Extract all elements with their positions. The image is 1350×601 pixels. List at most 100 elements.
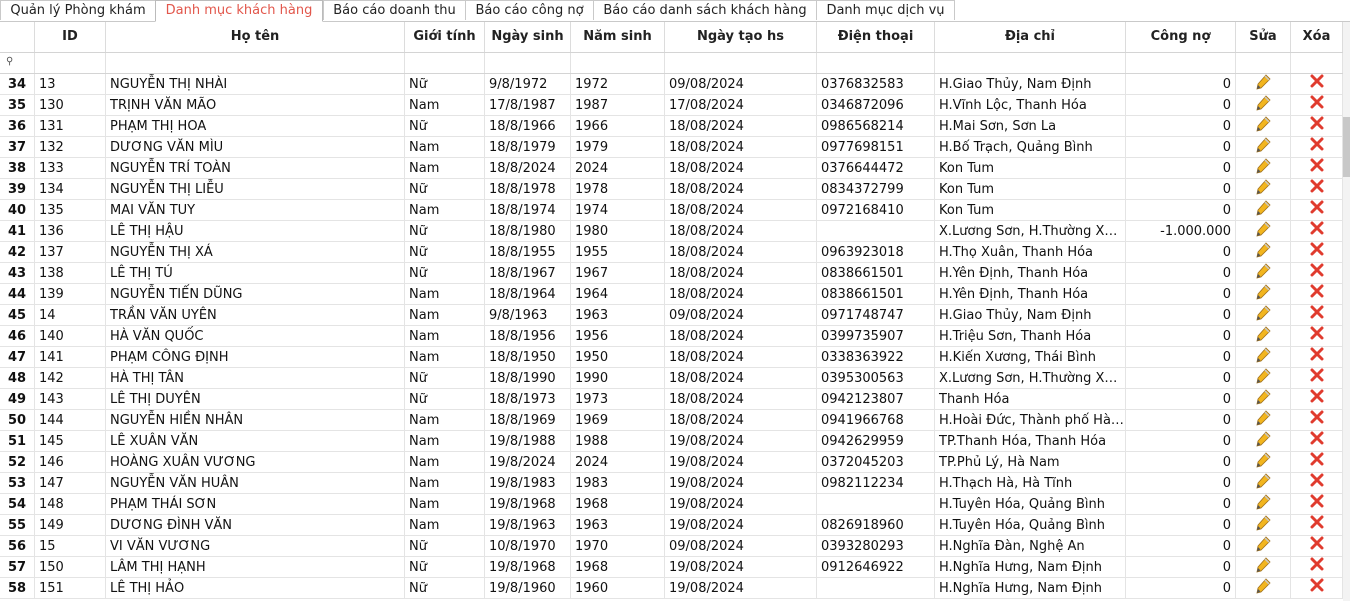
edit-button[interactable] xyxy=(1236,200,1291,221)
delete-x-icon[interactable] xyxy=(1310,242,1324,263)
pencil-icon[interactable] xyxy=(1255,137,1271,158)
delete-x-icon[interactable] xyxy=(1310,95,1324,116)
delete-button[interactable] xyxy=(1291,305,1343,326)
tab-danh-muc-khach-hang[interactable]: Danh mục khách hàng xyxy=(155,0,323,22)
table-row[interactable]: 41 136 LÊ THỊ HẬU Nữ 18/8/1980 1980 18/08/2024… xyxy=(0,221,1343,242)
pencil-icon[interactable] xyxy=(1255,473,1271,494)
edit-button[interactable] xyxy=(1236,158,1291,179)
col-header-ngay-sinh[interactable]: Ngày sinh xyxy=(485,22,571,52)
table-row[interactable]: 43 138 LÊ THỊ TÚ Nữ 18/8/1967 1967 18/08/2024 0… xyxy=(0,263,1343,284)
edit-button[interactable] xyxy=(1236,242,1291,263)
edit-button[interactable] xyxy=(1236,557,1291,578)
filter-gioi-tinh[interactable] xyxy=(405,53,485,73)
edit-button[interactable] xyxy=(1236,578,1291,599)
delete-x-icon[interactable] xyxy=(1310,200,1324,221)
edit-button[interactable] xyxy=(1236,263,1291,284)
scrollbar-thumb[interactable] xyxy=(1343,117,1350,177)
pencil-icon[interactable] xyxy=(1255,200,1271,221)
edit-button[interactable] xyxy=(1236,347,1291,368)
table-row[interactable]: 38 133 NGUYỄN TRÍ TOÀN Nam 18/8/2024 2024 18/0… xyxy=(0,158,1343,179)
delete-button[interactable] xyxy=(1291,221,1343,242)
delete-x-icon[interactable] xyxy=(1310,347,1324,368)
delete-button[interactable] xyxy=(1291,74,1343,95)
filter-ho-ten[interactable] xyxy=(106,53,405,73)
table-row[interactable]: 52 146 HOÀNG XUÂN VƯƠNG Nam 19/8/2024 2024 19/… xyxy=(0,452,1343,473)
edit-button[interactable] xyxy=(1236,284,1291,305)
edit-button[interactable] xyxy=(1236,116,1291,137)
delete-x-icon[interactable] xyxy=(1310,326,1324,347)
pencil-icon[interactable] xyxy=(1255,368,1271,389)
delete-button[interactable] xyxy=(1291,263,1343,284)
filter-ngay-tao-hs[interactable] xyxy=(665,53,817,73)
edit-button[interactable] xyxy=(1236,389,1291,410)
pencil-icon[interactable] xyxy=(1255,305,1271,326)
filter-nam-sinh[interactable] xyxy=(571,53,665,73)
col-header-dia-chi[interactable]: Địa chỉ xyxy=(935,22,1126,52)
table-row[interactable]: 44 139 NGUYỄN TIẾN DŨNG Nam 18/8/1964 1964 18/… xyxy=(0,284,1343,305)
delete-button[interactable] xyxy=(1291,116,1343,137)
pencil-icon[interactable] xyxy=(1255,494,1271,515)
col-header-sua[interactable]: Sửa xyxy=(1236,22,1291,52)
filter-id[interactable] xyxy=(35,53,106,73)
pencil-icon[interactable] xyxy=(1255,578,1271,599)
tab-quan-ly-phong-kham[interactable]: Quản lý Phòng khám xyxy=(0,0,156,20)
edit-button[interactable] xyxy=(1236,431,1291,452)
delete-button[interactable] xyxy=(1291,557,1343,578)
delete-button[interactable] xyxy=(1291,347,1343,368)
delete-x-icon[interactable] xyxy=(1310,515,1324,536)
table-row[interactable]: 46 140 HÀ VĂN QUỐC Nam 18/8/1956 1956 18/08/20… xyxy=(0,326,1343,347)
edit-button[interactable] xyxy=(1236,410,1291,431)
table-row[interactable]: 53 147 NGUYỄN VĂN HUÂN Nam 19/8/1983 1983 19/0… xyxy=(0,473,1343,494)
table-row[interactable]: 37 132 DƯƠNG VĂN MÌU Nam 18/8/1979 1979 18/08/… xyxy=(0,137,1343,158)
pencil-icon[interactable] xyxy=(1255,326,1271,347)
table-row[interactable]: 40 135 MAI VĂN TUY Nam 18/8/1974 1974 18/08/20… xyxy=(0,200,1343,221)
filter-dia-chi[interactable] xyxy=(935,53,1126,73)
delete-button[interactable] xyxy=(1291,515,1343,536)
delete-x-icon[interactable] xyxy=(1310,74,1324,95)
pencil-icon[interactable] xyxy=(1255,284,1271,305)
pencil-icon[interactable] xyxy=(1255,389,1271,410)
delete-button[interactable] xyxy=(1291,368,1343,389)
edit-button[interactable] xyxy=(1236,452,1291,473)
pencil-icon[interactable] xyxy=(1255,557,1271,578)
tab-danh-muc-dich-vu[interactable]: Danh mục dịch vụ xyxy=(816,0,955,20)
filter-dien-thoai[interactable] xyxy=(817,53,935,73)
vertical-scrollbar[interactable] xyxy=(1343,22,1350,601)
pencil-icon[interactable] xyxy=(1255,347,1271,368)
pencil-icon[interactable] xyxy=(1255,536,1271,557)
delete-x-icon[interactable] xyxy=(1310,305,1324,326)
pencil-icon[interactable] xyxy=(1255,95,1271,116)
filter-ngay-sinh[interactable] xyxy=(485,53,571,73)
tab-bao-cao-danh-sach-khach-hang[interactable]: Báo cáo danh sách khách hàng xyxy=(593,0,817,20)
delete-button[interactable] xyxy=(1291,284,1343,305)
table-row[interactable]: 51 145 LÊ XUÂN VĂN Nam 19/8/1988 1988 19/08/20… xyxy=(0,431,1343,452)
table-row[interactable]: 55 149 DƯƠNG ĐÌNH VĂN Nam 19/8/1963 1963 19/08… xyxy=(0,515,1343,536)
delete-x-icon[interactable] xyxy=(1310,536,1324,557)
table-row[interactable]: 35 130 TRỊNH VĂN MÃO Nam 17/8/1987 1987 17/08/… xyxy=(0,95,1343,116)
delete-button[interactable] xyxy=(1291,473,1343,494)
tab-bao-cao-doanh-thu[interactable]: Báo cáo doanh thu xyxy=(323,0,466,20)
delete-x-icon[interactable] xyxy=(1310,221,1324,242)
delete-x-icon[interactable] xyxy=(1310,179,1324,200)
pencil-icon[interactable] xyxy=(1255,431,1271,452)
table-row[interactable]: 47 141 PHẠM CÔNG ĐỊNH Nam 18/8/1950 1950 18/08… xyxy=(0,347,1343,368)
table-row[interactable]: 36 131 PHẠM THỊ HOA Nữ 18/8/1966 1966 18/08/20… xyxy=(0,116,1343,137)
table-row[interactable]: 57 150 LÂM THỊ HẠNH Nữ 19/8/1968 1968 19/08/20… xyxy=(0,557,1343,578)
pencil-icon[interactable] xyxy=(1255,221,1271,242)
table-row[interactable]: 48 142 HÀ THỊ TÂN Nữ 18/8/1990 1990 18/08/2024… xyxy=(0,368,1343,389)
delete-x-icon[interactable] xyxy=(1310,557,1324,578)
col-header-ngay-tao-hs[interactable]: Ngày tạo hs xyxy=(665,22,817,52)
pencil-icon[interactable] xyxy=(1255,452,1271,473)
delete-button[interactable] xyxy=(1291,431,1343,452)
pencil-icon[interactable] xyxy=(1255,179,1271,200)
delete-x-icon[interactable] xyxy=(1310,431,1324,452)
delete-x-icon[interactable] xyxy=(1310,494,1324,515)
edit-button[interactable] xyxy=(1236,536,1291,557)
delete-button[interactable] xyxy=(1291,95,1343,116)
delete-button[interactable] xyxy=(1291,242,1343,263)
table-row[interactable]: 39 134 NGUYỄN THỊ LIỄU Nữ 18/8/1978 1978 18/08… xyxy=(0,179,1343,200)
delete-x-icon[interactable] xyxy=(1310,452,1324,473)
delete-x-icon[interactable] xyxy=(1310,473,1324,494)
delete-x-icon[interactable] xyxy=(1310,284,1324,305)
delete-button[interactable] xyxy=(1291,158,1343,179)
